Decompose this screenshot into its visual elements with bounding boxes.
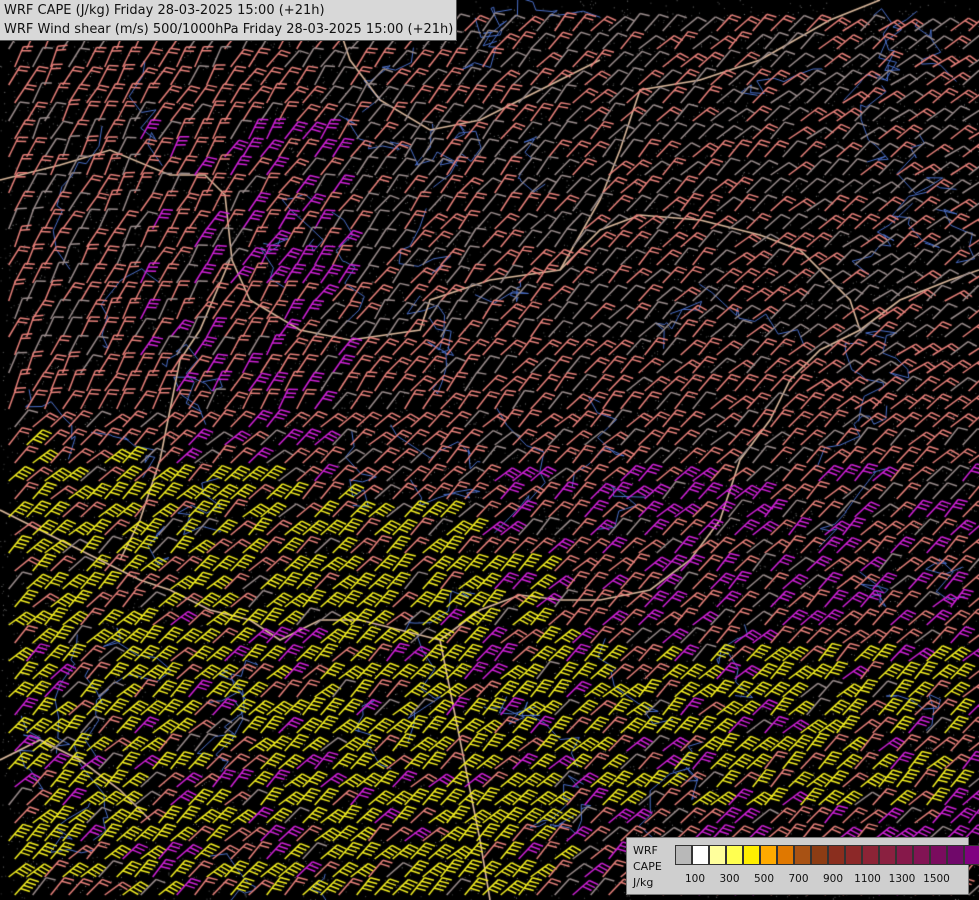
legend-tick-labels: 100 300 500 700 900 1100 1300 1500	[675, 873, 965, 887]
legend-swatch	[828, 845, 845, 865]
legend-swatch	[862, 845, 879, 865]
legend-swatch	[811, 845, 828, 865]
legend-label-variable: CAPE	[633, 860, 662, 873]
legend-tick: 1300	[888, 873, 916, 885]
legend-swatch	[777, 845, 794, 865]
legend-swatch	[743, 845, 760, 865]
legend-tick: 1500	[923, 873, 950, 885]
legend-swatch	[709, 845, 726, 865]
legend-swatch	[675, 845, 692, 865]
legend-swatch	[692, 845, 709, 865]
map-title-box: WRF CAPE (J/kg) Friday 28-03-2025 15:00 …	[0, 0, 458, 41]
cape-legend: WRF CAPE J/kg 100 300 500 700 900 1100 1300 150…	[626, 837, 979, 895]
legend-tick: 700	[788, 873, 809, 885]
legend-swatch	[930, 845, 947, 865]
legend-swatch	[726, 845, 743, 865]
wind-shear-cape-map	[0, 0, 979, 900]
legend-swatch	[947, 845, 964, 865]
legend-label-model: WRF	[633, 844, 658, 857]
legend-swatch	[964, 845, 979, 865]
legend-swatch	[913, 845, 930, 865]
wind-shear-title: WRF Wind shear (m/s) 500/1000hPa Friday …	[4, 22, 454, 37]
legend-color-scale	[675, 845, 979, 865]
legend-swatch	[760, 845, 777, 865]
legend-swatch	[794, 845, 811, 865]
legend-swatch	[896, 845, 913, 865]
cape-title: WRF CAPE (J/kg) Friday 28-03-2025 15:00 …	[4, 3, 325, 18]
legend-swatch	[845, 845, 862, 865]
legend-tick: 1100	[854, 873, 881, 885]
legend-swatch	[879, 845, 896, 865]
legend-tick: 100	[684, 873, 706, 885]
legend-tick: 900	[822, 873, 844, 885]
legend-tick: 500	[753, 873, 775, 885]
legend-tick: 300	[719, 873, 740, 885]
legend-label-unit: J/kg	[633, 876, 654, 889]
